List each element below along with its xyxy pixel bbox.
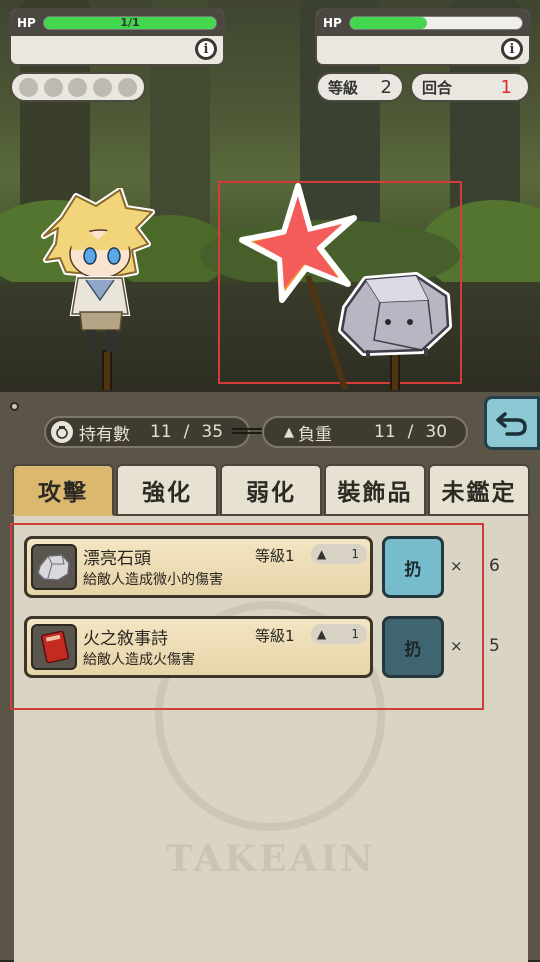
throw-button[interactable]: 扔 (382, 536, 444, 598)
action-dots (10, 72, 146, 102)
item-description: 給敵人造成火傷害 (83, 652, 195, 668)
weight-max: 30 (425, 422, 448, 442)
category-tabs: 攻擊 強化 弱化 裝飾品 未鑑定 (12, 464, 530, 516)
bag-icon (51, 421, 73, 443)
holding-count-pill: 持有數 11 / 35 (44, 416, 250, 448)
item-weight: ▲ 1 (311, 624, 367, 644)
weight-current: 11 (374, 422, 396, 442)
return-arrow-icon (496, 412, 527, 436)
item-name: 漂亮石頭 (83, 549, 151, 569)
tab-buff[interactable]: 強化 (116, 464, 218, 516)
tab-accessory[interactable]: 裝飾品 (324, 464, 426, 516)
battle-scene: HP 1/1 i HP i 等級 2 回合 1 (0, 0, 540, 392)
chain-decoration (232, 428, 266, 434)
enemy-hp-label: HP (323, 16, 342, 30)
item-card[interactable]: 火之敘事詩 等級1 ▲ 1 給敵人造成火傷害 (24, 616, 373, 678)
back-button[interactable] (484, 396, 540, 450)
weight-icon: ▲ (317, 627, 327, 641)
weight-icon: ▲ (284, 424, 294, 440)
item-quantity: 6 (489, 556, 500, 576)
item-card[interactable]: 漂亮石頭 等級1 ▲ 1 給敵人造成微小的傷害 (24, 536, 373, 598)
player-character-icon (41, 188, 155, 352)
enemy-hp-panel: HP i (315, 8, 531, 66)
holding-sep: / (183, 422, 190, 442)
action-dot (68, 77, 88, 97)
weight-label: 負重 (298, 424, 332, 445)
watermark-text: TAKEAIN (165, 838, 377, 880)
weight-icon: ▲ (317, 547, 327, 561)
holding-max: 35 (201, 422, 224, 442)
player-hp-label: HP (17, 16, 36, 30)
throw-button[interactable]: 扔 (382, 616, 444, 678)
enemy-level-pill: 等級 2 (316, 72, 404, 102)
holding-label: 持有數 (79, 424, 130, 445)
player-hp-bar: 1/1 (43, 16, 217, 30)
item-weight-value: 1 (351, 627, 359, 641)
level-label: 等級 (328, 78, 359, 97)
times-sign: × (450, 557, 463, 575)
action-dot (18, 77, 38, 97)
weight-pill: ▲ 負重 11 / 30 (262, 416, 468, 448)
holding-current: 11 (150, 422, 172, 442)
stone-icon (31, 544, 77, 590)
level-value: 2 (380, 76, 392, 98)
weight-sep: / (407, 422, 414, 442)
turn-value: 1 (500, 76, 512, 98)
action-dot (93, 77, 113, 97)
panel-bolt (10, 402, 19, 411)
item-weight-value: 1 (351, 547, 359, 561)
enemy-hp-fill (350, 17, 428, 29)
item-level: 等級1 (255, 627, 295, 645)
item-description: 給敵人造成微小的傷害 (83, 572, 223, 588)
player-info-icon[interactable]: i (195, 38, 217, 60)
action-dot (118, 77, 138, 97)
item-name: 火之敘事詩 (83, 629, 168, 649)
item-level: 等級1 (255, 547, 295, 565)
enemy-info-icon[interactable]: i (501, 38, 523, 60)
enemy-hp-bar (349, 16, 523, 30)
player-hp-text: 1/1 (120, 16, 140, 29)
times-sign: × (450, 637, 463, 655)
stone-monster-icon (338, 272, 452, 358)
red-book-icon (31, 624, 77, 670)
turn-label: 回合 (422, 78, 453, 97)
item-quantity: 5 (489, 636, 500, 656)
tab-unidentified[interactable]: 未鑑定 (428, 464, 530, 516)
tab-attack[interactable]: 攻擊 (12, 464, 114, 516)
action-dot (43, 77, 63, 97)
turn-pill: 回合 1 (410, 72, 530, 102)
player-hp-panel: HP 1/1 i (9, 8, 225, 66)
item-weight: ▲ 1 (311, 544, 367, 564)
tab-debuff[interactable]: 弱化 (220, 464, 322, 516)
